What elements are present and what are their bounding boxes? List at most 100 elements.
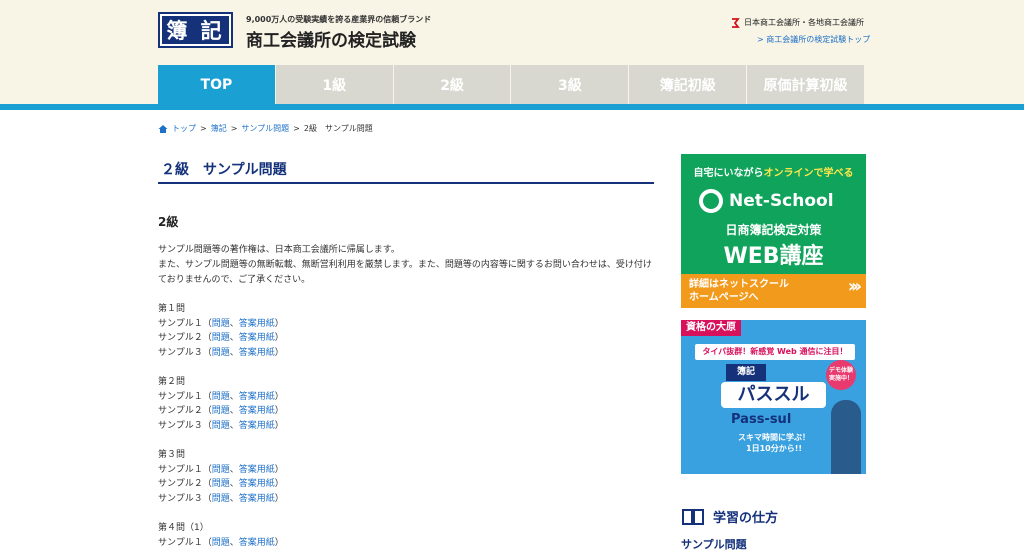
answer-sheet-link[interactable]: 答案用紙 [239, 465, 275, 475]
close-paren: ） [274, 537, 284, 548]
learning-heading: 学習の仕方 [681, 507, 778, 526]
netschool-ad-banner[interactable]: 自宅にいながらオンラインで学べる Net-School 日商簿記検定対策 WEB… [681, 154, 866, 308]
breadcrumb-separator: > [293, 124, 300, 133]
person-image [831, 400, 861, 474]
ohara-logo: 資格の大原 [681, 320, 741, 336]
exam-top-link[interactable]: > 商工会議所の検定試験トップ [757, 34, 870, 45]
boki-logo[interactable]: 簿 記 [158, 12, 233, 48]
close-paren: ） [274, 479, 284, 489]
answer-sheet-link[interactable]: 答案用紙 [239, 392, 275, 402]
open-paren: （ [202, 406, 212, 416]
open-paren: （ [202, 537, 212, 548]
arrows-icon: ››› [847, 276, 862, 297]
question-link[interactable]: 問題 [212, 392, 230, 402]
home-icon [158, 124, 168, 133]
question-link[interactable]: 問題 [212, 406, 230, 416]
copyright-notice: サンプル問題等の著作権は、日本商工会議所に帰属します。 また、サンプル問題等の無… [158, 243, 658, 288]
question-block-1: 第１問 サンプル１（問題、答案用紙） サンプル２（問題、答案用紙） サンプル３（… [158, 302, 284, 360]
question-link[interactable]: 問題 [212, 421, 230, 431]
org-name[interactable]: 日本商工会議所・各地商工会議所 [730, 17, 864, 28]
notice-line-2: また、サンプル問題等の無断転載、無断営利利用を厳禁します。また、問題等の内容等に… [158, 260, 652, 285]
breadcrumb: トップ > 簿記 > サンプル問題 > 2級 サンプル問題 [158, 123, 373, 134]
question-link[interactable]: 問題 [212, 319, 230, 329]
question-heading: 第３問 [158, 450, 186, 460]
breadcrumb-current: 2級 サンプル問題 [303, 124, 373, 133]
sample-label: サンプル３ [158, 420, 203, 431]
sample-label: サンプル２ [158, 406, 203, 416]
close-paren: ） [274, 420, 284, 431]
answer-sheet-link[interactable]: 答案用紙 [239, 319, 275, 329]
sample-row: サンプル１（問題、答案用紙） [158, 536, 284, 551]
ad-web-course: WEB講座 [723, 244, 824, 269]
question-link[interactable]: 問題 [212, 465, 230, 475]
boki-badge: 簿記 [726, 364, 766, 381]
question-heading: 第２問 [158, 377, 186, 387]
sample-label: サンプル１ [158, 318, 203, 329]
passul-en: Pass-sul [731, 412, 792, 427]
netschool-brand: Net-School [699, 189, 834, 213]
comma: 、 [229, 318, 239, 329]
answer-sheet-link[interactable]: 答案用紙 [239, 348, 275, 358]
comma: 、 [229, 537, 239, 548]
close-paren: ） [274, 318, 284, 329]
site-title[interactable]: 商工会議所の検定試験 [246, 26, 416, 51]
question-block-2: 第２問 サンプル１（問題、答案用紙） サンプル２（問題、答案用紙） サンプル３（… [158, 375, 284, 433]
answer-sheet-link[interactable]: 答案用紙 [239, 538, 275, 548]
page-title: ２級 サンプル問題 [158, 159, 654, 184]
main-nav: TOP 1級 2級 3級 簿記初級 原価計算初級 [158, 65, 864, 104]
sample-label: サンプル１ [158, 391, 203, 402]
site-tagline: 9,000万人の受験実績を誇る産業界の信頼ブランド [246, 15, 432, 24]
sample-row: サンプル３（問題、答案用紙） [158, 346, 284, 361]
breadcrumb-boki[interactable]: 簿記 [211, 123, 227, 134]
open-paren: （ [202, 347, 212, 358]
sample-label: サンプル２ [158, 333, 203, 343]
open-paren: （ [202, 391, 212, 402]
sidebar-sample-link[interactable]: サンプル問題 [681, 536, 747, 552]
breadcrumb-separator: > [230, 124, 238, 133]
breadcrumb-samples[interactable]: サンプル問題 [241, 123, 289, 134]
question-block-3: 第３問 サンプル１（問題、答案用紙） サンプル２（問題、答案用紙） サンプル３（… [158, 448, 284, 506]
question-link[interactable]: 問題 [212, 333, 230, 343]
comma: 、 [229, 391, 239, 402]
nav-grade1[interactable]: 1級 [275, 65, 393, 104]
section-title: 2級 [158, 215, 179, 229]
comma: 、 [229, 420, 239, 431]
sample-label: サンプル３ [158, 493, 203, 504]
close-paren: ） [274, 464, 284, 475]
demo-badge: デモ体験 実施中！ [826, 360, 856, 390]
answer-sheet-link[interactable]: 答案用紙 [239, 421, 275, 431]
close-paren: ） [274, 493, 284, 504]
question-link[interactable]: 問題 [212, 538, 230, 548]
nav-grade3[interactable]: 3級 [511, 65, 629, 104]
sample-row: サンプル２（問題、答案用紙） [158, 331, 284, 346]
close-paren: ） [274, 406, 284, 416]
ad-headline: 自宅にいながらオンラインで学べる [693, 168, 854, 179]
answer-sheet-link[interactable]: 答案用紙 [239, 479, 275, 489]
passul-title: パススル [721, 382, 826, 408]
open-paren: （ [202, 333, 212, 343]
sample-row: サンプル２（問題、答案用紙） [158, 477, 284, 492]
nav-cost-beginner[interactable]: 原価計算初級 [747, 65, 864, 104]
answer-sheet-link[interactable]: 答案用紙 [239, 406, 275, 416]
nav-top[interactable]: TOP [158, 65, 275, 104]
question-link[interactable]: 問題 [212, 494, 230, 504]
ohara-ad-banner[interactable]: 資格の大原 タイパ抜群！新感覚 Web 通信に注目！ 簿記 デモ体験 実施中！ … [681, 320, 866, 474]
answer-sheet-link[interactable]: 答案用紙 [239, 494, 275, 504]
breadcrumb-home[interactable]: トップ [172, 123, 196, 134]
header-accent-bar [0, 104, 1024, 110]
ad-course-name: 日商簿記検定対策 [725, 223, 822, 237]
sample-label: サンプル３ [158, 347, 203, 358]
open-paren: （ [202, 493, 212, 504]
comma: 、 [229, 333, 239, 343]
jcci-logo-icon [730, 17, 740, 28]
sample-row: サンプル１（問題、答案用紙） [158, 317, 284, 332]
nav-boki-beginner[interactable]: 簿記初級 [629, 65, 747, 104]
question-link[interactable]: 問題 [212, 348, 230, 358]
question-link[interactable]: 問題 [212, 479, 230, 489]
comma: 、 [229, 347, 239, 358]
answer-sheet-link[interactable]: 答案用紙 [239, 333, 275, 343]
nav-grade2[interactable]: 2級 [393, 65, 511, 104]
netschool-logo-icon [699, 189, 723, 213]
close-paren: ） [274, 391, 284, 402]
question-block-4: 第４問（1） サンプル１（問題、答案用紙） [158, 521, 284, 550]
